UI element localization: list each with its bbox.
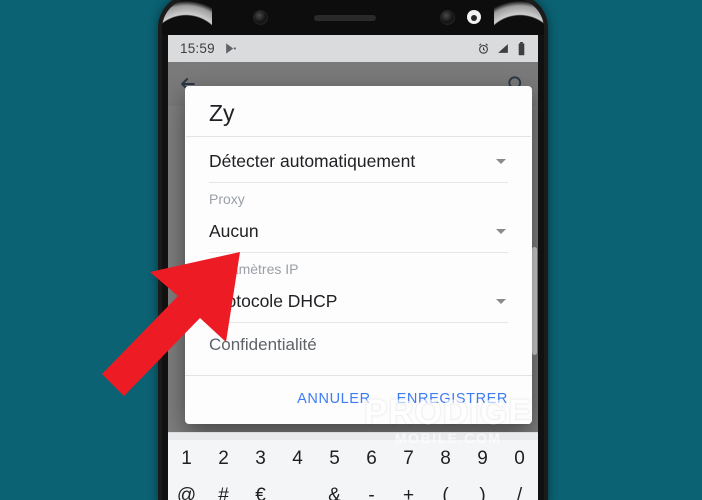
cancel-button[interactable]: ANNULER [295,387,373,411]
phone-bezel: 15:59 Zy Détecter automatiquement Proxy … [162,0,544,500]
keyboard-key-6[interactable]: 6 [353,448,390,470]
keyboard-key-€[interactable]: € [242,485,279,500]
dialog-title: Zy [209,100,235,126]
label-proxy: Proxy [209,191,245,208]
keyboard-key-7[interactable]: 7 [390,448,427,470]
alarm-icon [477,42,490,55]
front-camera-secondary-icon [440,10,455,25]
keyboard-row-numbers[interactable]: 1234567890 [168,440,538,477]
field-proxy-value: Aucun [209,221,259,242]
status-bar: 15:59 [168,35,538,62]
phone-top-sensor-strip [162,0,544,35]
label-privacy: Confidentialité [209,335,317,355]
phone-screen: 15:59 Zy Détecter automatiquement Proxy … [168,35,538,500]
battery-icon [517,41,526,56]
field-ip-settings[interactable]: Protocole DHCP [209,277,508,322]
screenshot-stage: 15:59 Zy Détecter automatiquement Proxy … [0,0,702,500]
status-bar-clock: 15:59 [180,41,215,56]
keyboard-key-@[interactable]: @ [168,485,205,500]
keyboard-key-/[interactable]: / [501,485,538,500]
keyboard-key--[interactable]: - [353,485,390,500]
keyboard-key-5[interactable]: 5 [316,448,353,470]
keyboard-suggestion-strip[interactable] [168,433,538,440]
chevron-down-icon[interactable] [496,299,506,305]
keyboard-row-symbols[interactable]: @ # € _ & - +() / [168,477,538,500]
dialog-body: Détecter automatiquement Proxy Aucun Par… [185,137,532,375]
signal-icon [497,42,510,55]
front-camera-icon [253,10,268,25]
settings-scrollbar[interactable] [532,247,537,355]
phone-device: 15:59 Zy Détecter automatiquement Proxy … [158,0,548,500]
keyboard-key-&[interactable]: & [316,485,353,500]
keyboard-key-8[interactable]: 8 [427,448,464,470]
label-ip-settings: Paramètres IP [209,261,299,278]
field-detect-automatically[interactable]: Détecter automatiquement [209,137,508,182]
keyboard-key-_[interactable]: _ [279,485,316,500]
proximity-sensor-icon [467,10,481,24]
keyboard-key-1[interactable]: 1 [168,448,205,470]
field-ip-settings-value: Protocole DHCP [209,291,338,312]
keyboard-key-)[interactable]: ) [464,485,501,500]
keyboard-key-4[interactable]: 4 [279,448,316,470]
chevron-down-icon[interactable] [496,229,506,235]
field-detect-automatically-value: Détecter automatiquement [209,151,416,172]
keyboard-key-9[interactable]: 9 [464,448,501,470]
wifi-settings-dialog: Zy Détecter automatiquement Proxy Aucun [185,86,532,424]
earpiece-speaker [314,15,376,21]
save-button[interactable]: ENREGISTRER [395,387,510,411]
play-store-icon [224,42,237,55]
keyboard-key-([interactable]: ( [427,485,464,500]
chevron-down-icon[interactable] [496,159,506,165]
keyboard-key-0[interactable]: 0 [501,448,538,470]
keyboard-key-+[interactable]: + [390,485,427,500]
field-proxy[interactable]: Aucun [209,207,508,252]
on-screen-keyboard[interactable]: 1234567890 @ # € _ & - +() / [168,432,538,500]
keyboard-key-2[interactable]: 2 [205,448,242,470]
status-bar-left: 15:59 [180,41,237,56]
dialog-actions: ANNULER ENREGISTRER [185,376,532,424]
keyboard-key-#[interactable]: # [205,485,242,500]
keyboard-key-3[interactable]: 3 [242,448,279,470]
